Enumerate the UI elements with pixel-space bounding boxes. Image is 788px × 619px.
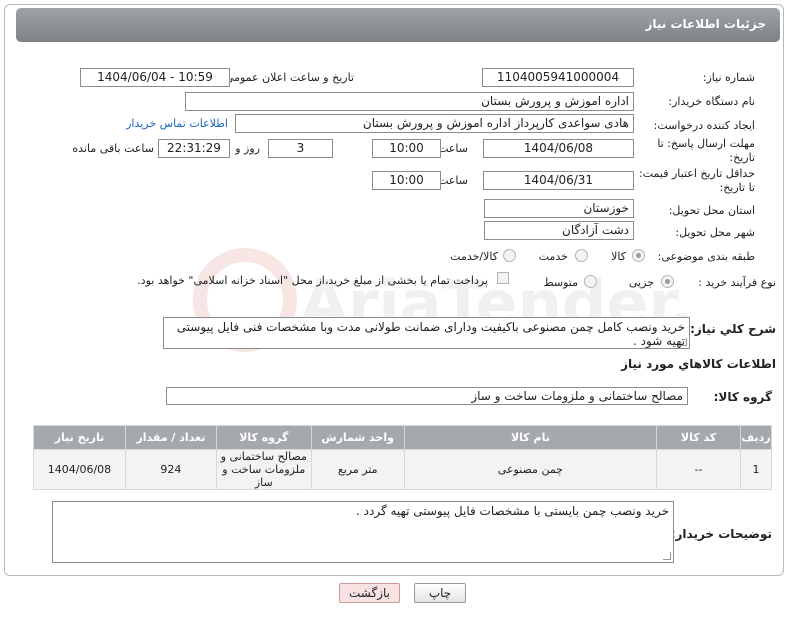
cell-item-group: مصالح ساختمانی و ملزومات ساخت و ساز (215, 449, 312, 490)
process-option-minor: جزیی (628, 276, 654, 289)
deadline-label-line1: مهلت ارسال پاسخ: تا (657, 137, 755, 150)
remaining-time-label: ساعت باقی مانده (72, 142, 154, 155)
province-label: استان محل تحویل: (668, 204, 755, 217)
buyer-org-field[interactable]: اداره اموزش و پرورش بستان (185, 92, 634, 111)
cell-need-date: 1404/06/08 (33, 449, 126, 490)
remaining-time-field[interactable]: 22:31:29 (158, 139, 230, 158)
price-validity-time-field[interactable]: 10:00 (372, 171, 441, 190)
need-number-label: شماره نیاز: (702, 71, 755, 84)
col-item-code: کد کالا (656, 425, 742, 450)
buyer-notes-textarea[interactable]: خرید ونصب چمن بایستی با مشخصات فایل پیوس… (52, 501, 674, 563)
buyer-org-label: نام دستگاه خریدار: (668, 95, 755, 108)
deadline-days-label: روز و (235, 142, 260, 155)
need-number-field[interactable]: 1104005941000004 (482, 68, 634, 87)
price-validity-label-line1: حداقل تاریخ اعتبار قیمت: (639, 167, 755, 180)
requester-label: ایجاد کننده درخواست: (653, 119, 755, 132)
resize-grip[interactable] (679, 338, 687, 346)
page-title: جزئیات اطلاعات نیاز (645, 17, 766, 31)
cell-quantity: 924 (124, 449, 217, 490)
col-row-number: ردیف (740, 425, 772, 450)
col-need-date: تاریخ نیاز (33, 425, 126, 450)
deadline-days-field[interactable]: 3 (268, 139, 333, 158)
goods-group-field[interactable]: مصالح ساختمانی و ملزومات ساخت و ساز (166, 387, 688, 405)
buyer-contact-link[interactable]: اطلاعات تماس خریدار (126, 117, 228, 130)
city-field[interactable]: دشت آزادگان (484, 221, 634, 240)
process-option-medium: متوسط (543, 276, 578, 289)
treasury-payment-note: پرداخت تمام یا بخشی از مبلغ خرید،از محل … (137, 274, 488, 287)
process-radio-medium[interactable] (584, 275, 597, 288)
description-textarea[interactable]: خرید ونصب کامل چمن مصنوعی باکیفیت ودارای… (163, 317, 690, 349)
process-radio-minor[interactable] (661, 275, 674, 288)
cell-item-code: -- (656, 449, 742, 490)
cell-unit: متر مربع (310, 449, 405, 490)
deadline-time-label: ساعت (438, 142, 468, 155)
description-label: شرح کلي نياز: (690, 322, 776, 336)
page-header: جزئیات اطلاعات نیاز (16, 8, 780, 42)
goods-table-header: ردیف کد کالا نام کالا واحد شمارش گروه کا… (33, 425, 772, 450)
buyer-notes-text: خرید ونصب چمن بایستی با مشخصات فایل پیوس… (356, 504, 669, 518)
category-option-service: خدمت (538, 250, 568, 263)
price-validity-date-field[interactable]: 1404/06/31 (483, 171, 634, 190)
announce-datetime-field[interactable]: 1404/06/04 - 10:59 (80, 68, 230, 87)
goods-table: ردیف کد کالا نام کالا واحد شمارش گروه کا… (33, 425, 772, 490)
deadline-label-line2: تاریخ: (729, 151, 755, 164)
cell-row-number: 1 (740, 449, 772, 490)
col-quantity: تعداد / مقدار (124, 425, 217, 450)
table-row[interactable]: 1 -- چمن مصنوعی متر مربع مصالح ساختمانی … (33, 449, 772, 490)
category-label: طبقه بندی موضوعی: (657, 250, 755, 263)
print-button[interactable]: چاپ (414, 583, 466, 603)
col-item-group: گروه کالا (215, 425, 312, 450)
details-panel (4, 4, 784, 576)
category-option-goods: کالا (611, 250, 626, 263)
category-radio-service[interactable] (575, 249, 588, 262)
goods-group-label: گروه کالا: (713, 390, 772, 404)
requester-field[interactable]: هادی سواعدی کارپرداز اداره اموزش و پرورش… (235, 114, 634, 133)
treasury-payment-checkbox[interactable] (497, 272, 509, 284)
resize-grip[interactable] (663, 552, 671, 560)
category-radio-goods[interactable] (632, 249, 645, 262)
province-field[interactable]: خوزستان (484, 199, 634, 218)
buyer-notes-label: توضیحات خریدار: (670, 527, 772, 541)
col-item-name: نام کالا (403, 425, 658, 450)
goods-section-title: اطلاعات کالاهاي مورد نياز (621, 357, 776, 371)
cell-item-name: چمن مصنوعی (403, 449, 658, 490)
deadline-time-field[interactable]: 10:00 (372, 139, 441, 158)
price-validity-label-line2: تا تاریخ: (719, 181, 755, 194)
col-unit: واحد شمارش (310, 425, 405, 450)
category-option-goods-service: کالا/خدمت (450, 250, 498, 263)
description-text: خرید ونصب کامل چمن مصنوعی باکیفیت ودارای… (176, 320, 685, 348)
process-label: نوع فرآیند خرید : (698, 276, 776, 289)
price-validity-time-label: ساعت (438, 174, 468, 187)
back-button[interactable]: بازگشت (339, 583, 400, 603)
announce-datetime-label: تاریخ و ساعت اعلان عمومی: (221, 71, 354, 84)
category-radio-goods-service[interactable] (503, 249, 516, 262)
city-label: شهر محل تحویل: (675, 226, 755, 239)
deadline-date-field[interactable]: 1404/06/08 (483, 139, 634, 158)
